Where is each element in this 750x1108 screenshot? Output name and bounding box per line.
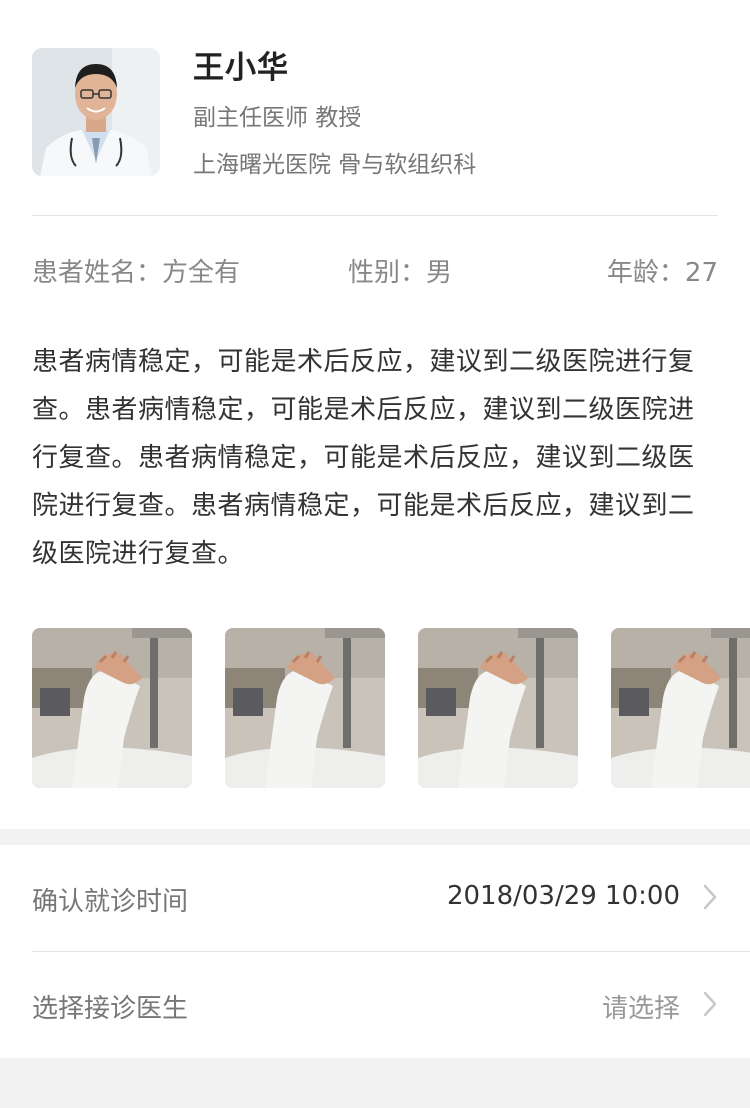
divider: [32, 215, 718, 216]
row-label: 确认就诊时间: [32, 887, 189, 917]
doctor-hospital: 上海曙光医院 骨与软组织科: [193, 152, 477, 178]
patient-name: 患者姓名：方全有: [32, 258, 241, 288]
chevron-right-icon: [703, 884, 717, 910]
doctor-title: 副主任医师 教授: [193, 105, 362, 131]
section-separator: [0, 829, 750, 845]
photo-gallery: [32, 628, 750, 789]
doctor-name: 王小华: [193, 50, 289, 86]
chevron-right-icon: [703, 991, 717, 1017]
patient-gender: 性别：男: [348, 258, 453, 288]
doctor-avatar: [32, 48, 160, 176]
photo-thumbnail[interactable]: [32, 628, 192, 788]
appointment-page: 王小华 副主任医师 教授 上海曙光医院 骨与软组织科 患者姓名：方全有 性别：男…: [0, 0, 750, 1108]
photo-thumbnail[interactable]: [611, 628, 750, 788]
condition-description: 患者病情稳定，可能是术后反应，建议到二级医院进行复查。患者病情稳定，可能是术后反…: [32, 347, 695, 569]
doctor-card: 王小华 副主任医师 教授 上海曙光医院 骨与软组织科: [0, 0, 750, 216]
patient-age: 年龄：27: [606, 258, 718, 288]
visit-time-value: 2018/03/29 10:00: [446, 881, 680, 911]
select-doctor-row[interactable]: 选择接诊医生 请选择: [0, 952, 750, 1058]
photo-thumbnail[interactable]: [418, 628, 578, 788]
confirm-visit-time-row[interactable]: 确认就诊时间 2018/03/29 10:00: [0, 845, 750, 951]
photo-thumbnail[interactable]: [225, 628, 385, 788]
select-doctor-placeholder: 请选择: [601, 994, 680, 1024]
patient-info: 患者姓名：方全有 性别：男 年龄：27: [32, 252, 718, 288]
page-background: [0, 1058, 750, 1108]
row-label: 选择接诊医生: [32, 994, 189, 1024]
